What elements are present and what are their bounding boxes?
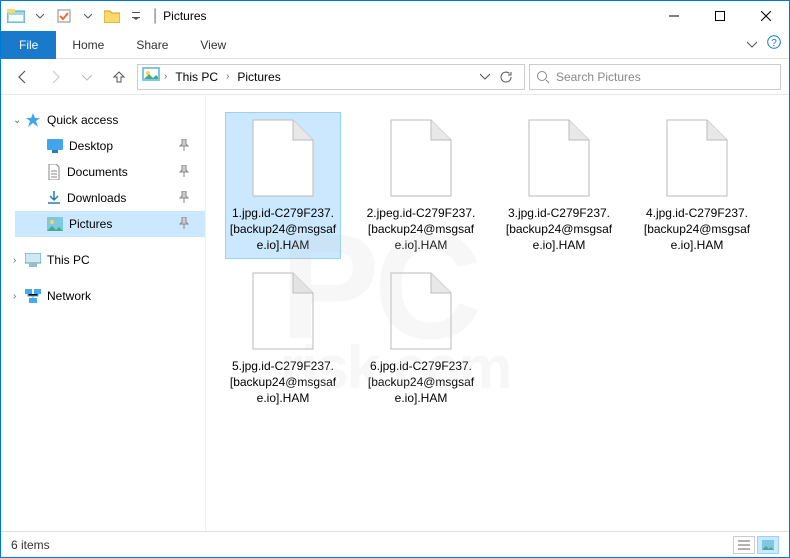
- breadcrumb[interactable]: › This PC › Pictures: [137, 64, 525, 90]
- qat-dropdown-icon[interactable]: [29, 5, 51, 27]
- sidebar-label: This PC: [47, 253, 90, 267]
- properties-icon[interactable]: [53, 5, 75, 27]
- file-name: 6.jpg.id-C279F237.[backup24@msgsafe.io].…: [364, 356, 478, 411]
- titlebar: | Pictures: [1, 1, 789, 31]
- file-name: 4.jpg.id-C279F237.[backup24@msgsafe.io].…: [640, 203, 754, 258]
- file-icon: [376, 113, 466, 203]
- minimize-button[interactable]: [651, 1, 697, 31]
- close-button[interactable]: [743, 1, 789, 31]
- tab-home[interactable]: Home: [56, 31, 120, 59]
- sidebar-item-label: Documents: [67, 165, 128, 179]
- documents-icon: [47, 164, 61, 180]
- network-icon: [25, 289, 41, 303]
- ribbon: File Home Share View ?: [1, 31, 789, 59]
- breadcrumb-dropdown-icon[interactable]: [480, 68, 490, 86]
- pin-icon: [179, 165, 189, 180]
- qat-menu-icon[interactable]: [125, 5, 147, 27]
- back-button[interactable]: [9, 63, 37, 91]
- sidebar-item-desktop[interactable]: Desktop: [15, 133, 205, 159]
- recent-dropdown[interactable]: [73, 63, 101, 91]
- forward-button[interactable]: [41, 63, 69, 91]
- folder-icon[interactable]: [101, 5, 123, 27]
- sidebar-quick-access[interactable]: ⌄ Quick access: [15, 107, 205, 133]
- tab-view[interactable]: View: [184, 31, 242, 59]
- file-item[interactable]: 1.jpg.id-C279F237.[backup24@msgsafe.io].…: [226, 113, 340, 258]
- file-tab[interactable]: File: [1, 31, 56, 59]
- file-name: 3.jpg.id-C279F237.[backup24@msgsafe.io].…: [502, 203, 616, 258]
- sidebar-network[interactable]: › Network: [15, 283, 205, 309]
- file-icon: [652, 113, 742, 203]
- pin-icon: [179, 217, 189, 232]
- chevron-right-icon[interactable]: ›: [224, 71, 231, 82]
- maximize-button[interactable]: [697, 1, 743, 31]
- help-icon[interactable]: ?: [767, 35, 781, 54]
- expand-icon[interactable]: ›: [13, 291, 16, 302]
- file-icon: [376, 266, 466, 356]
- sidebar-label: Quick access: [47, 113, 118, 127]
- explorer-icon: [5, 5, 27, 27]
- chevron-right-icon[interactable]: ›: [162, 71, 169, 82]
- breadcrumb-folder[interactable]: Pictures: [233, 70, 284, 84]
- expand-icon[interactable]: ›: [13, 255, 16, 266]
- sidebar-item-pictures[interactable]: Pictures: [15, 211, 205, 237]
- sidebar-item-documents[interactable]: Documents: [15, 159, 205, 185]
- file-name: 1.jpg.id-C279F237.[backup24@msgsafe.io].…: [226, 203, 340, 258]
- file-name: 5.jpg.id-C279F237.[backup24@msgsafe.io].…: [226, 356, 340, 411]
- navbar: › This PC › Pictures Search Pictures: [1, 59, 789, 95]
- pictures-icon: [47, 217, 63, 231]
- file-item[interactable]: 5.jpg.id-C279F237.[backup24@msgsafe.io].…: [226, 266, 340, 411]
- expand-icon[interactable]: ⌄: [13, 115, 21, 126]
- thispc-icon: [25, 253, 41, 267]
- file-icon: [238, 266, 328, 356]
- downloads-icon: [47, 191, 61, 205]
- sidebar-item-downloads[interactable]: Downloads: [15, 185, 205, 211]
- up-button[interactable]: [105, 63, 133, 91]
- file-grid[interactable]: 1.jpg.id-C279F237.[backup24@msgsafe.io].…: [206, 95, 789, 531]
- statusbar: 6 items: [1, 531, 789, 557]
- icons-view-button[interactable]: [757, 536, 779, 554]
- details-view-button[interactable]: [733, 536, 755, 554]
- pictures-lib-icon: [142, 67, 160, 86]
- refresh-button[interactable]: [492, 70, 520, 84]
- tab-share[interactable]: Share: [120, 31, 184, 59]
- search-input[interactable]: Search Pictures: [529, 64, 781, 90]
- sidebar-item-label: Pictures: [69, 217, 112, 231]
- sidebar: ⌄ Quick access Desktop Documents Downloa…: [1, 95, 206, 531]
- file-icon: [514, 113, 604, 203]
- file-item[interactable]: 4.jpg.id-C279F237.[backup24@msgsafe.io].…: [640, 113, 754, 258]
- item-count: 6 items: [11, 538, 50, 552]
- pin-icon: [179, 139, 189, 154]
- breadcrumb-thispc[interactable]: This PC: [171, 70, 222, 84]
- window-title: Pictures: [163, 9, 206, 23]
- expand-ribbon-icon[interactable]: [747, 36, 757, 54]
- file-item[interactable]: 3.jpg.id-C279F237.[backup24@msgsafe.io].…: [502, 113, 616, 258]
- star-icon: [25, 112, 41, 128]
- sidebar-label: Network: [47, 289, 91, 303]
- file-name: 2.jpeg.id-C279F237.[backup24@msgsafe.io]…: [364, 203, 478, 258]
- sidebar-item-label: Desktop: [69, 139, 113, 153]
- file-item[interactable]: 6.jpg.id-C279F237.[backup24@msgsafe.io].…: [364, 266, 478, 411]
- file-icon: [238, 113, 328, 203]
- qat-dropdown2-icon[interactable]: [77, 5, 99, 27]
- search-placeholder: Search Pictures: [556, 70, 641, 84]
- file-item[interactable]: 2.jpeg.id-C279F237.[backup24@msgsafe.io]…: [364, 113, 478, 258]
- pin-icon: [179, 191, 189, 206]
- search-icon: [536, 70, 550, 84]
- svg-text:?: ?: [771, 38, 777, 49]
- sidebar-item-label: Downloads: [67, 191, 126, 205]
- desktop-icon: [47, 139, 63, 153]
- sidebar-this-pc[interactable]: › This PC: [15, 247, 205, 273]
